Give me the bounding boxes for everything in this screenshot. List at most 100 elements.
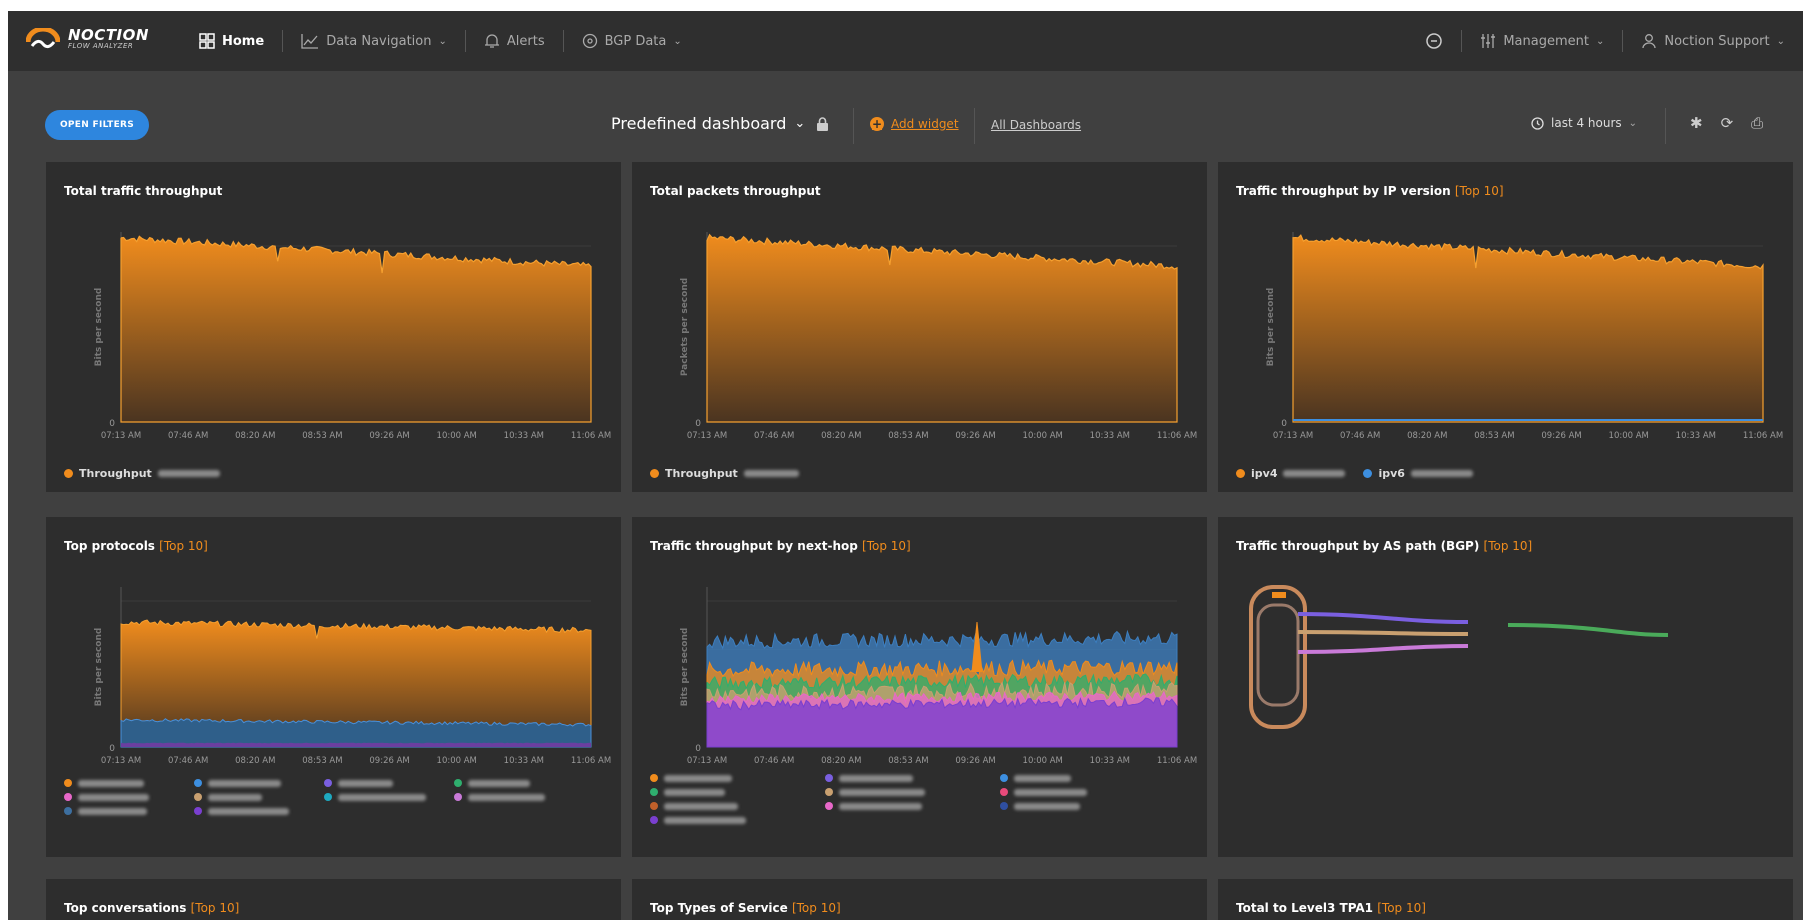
x-tick-label: 10:33 AM (1090, 431, 1130, 441)
legend-item[interactable] (324, 779, 454, 787)
dashboard-selector[interactable]: Predefined dashboard ⌄ (611, 114, 805, 133)
x-tick-label: 08:53 AM (888, 431, 928, 441)
x-tick-label: 10:00 AM (1023, 431, 1063, 441)
next-hop-series-area (706, 696, 1178, 748)
logo-icon (26, 28, 60, 49)
legend-dot (64, 793, 72, 801)
dashboard-title: Predefined dashboard (611, 114, 787, 133)
time-range-selector[interactable]: last 4 hours ⌄ (1531, 116, 1637, 130)
legend-item[interactable] (825, 788, 1000, 796)
legend-item[interactable]: Throughput (64, 467, 220, 480)
toolbar-divider (974, 108, 975, 144)
legend-item[interactable] (825, 774, 1000, 782)
x-tick-label: 10:00 AM (1023, 756, 1063, 766)
sankey-link (1297, 644, 1469, 654)
widget-total-traffic: Total traffic throughput 0 Bits per secon… (46, 162, 621, 492)
legend-item[interactable] (1000, 802, 1175, 810)
legend-value (468, 793, 545, 801)
legend-value (338, 793, 426, 801)
throughput-area (120, 235, 592, 423)
toolbar-divider (1665, 108, 1666, 144)
x-tick-label: 09:26 AM (369, 431, 409, 441)
legend-item[interactable] (64, 779, 194, 787)
y-tick-zero: 0 (695, 744, 701, 754)
add-widget-button[interactable]: + Add widget (870, 117, 959, 131)
x-tick-label: 08:53 AM (888, 756, 928, 766)
legend-dot (64, 469, 73, 478)
x-tick-label: 08:53 AM (302, 756, 342, 766)
pin-icon[interactable]: ✱ (1690, 114, 1703, 132)
legend-dot (825, 788, 833, 796)
x-tick-label: 07:13 AM (1273, 431, 1313, 441)
legend-value (839, 802, 922, 810)
legend-value (338, 779, 393, 787)
x-tick-label: 07:46 AM (168, 431, 208, 441)
legend-item[interactable] (454, 779, 584, 787)
protocol-series-area (120, 718, 592, 748)
clock-icon (1531, 116, 1544, 130)
legend-item[interactable] (650, 816, 825, 824)
sliders-icon (1481, 34, 1496, 48)
legend-value (468, 779, 530, 787)
legend-item[interactable] (194, 779, 324, 787)
legend-item[interactable] (1000, 788, 1175, 796)
legend-item[interactable] (454, 793, 584, 801)
y-tick-zero: 0 (695, 419, 701, 429)
legend-item[interactable] (324, 793, 454, 801)
legend-item[interactable]: Throughput (650, 467, 799, 480)
legend-item[interactable]: ipv6 (1363, 467, 1473, 480)
legend-item[interactable] (1000, 774, 1175, 782)
nav-alerts[interactable]: Alerts (466, 29, 563, 53)
traffic-throughput-chart: 0 Bits per second 07:13 AM 07:46 AM 08:20 AM… (94, 232, 611, 441)
legend-item[interactable] (650, 788, 825, 796)
nav-management[interactable]: Management ⌄ (1462, 29, 1622, 53)
x-tick-label: 10:33 AM (1676, 431, 1716, 441)
noction-logo[interactable]: NOCTION FLOW ANALYZER (26, 28, 181, 54)
legend-value (1014, 788, 1087, 796)
add-widget-label: Add widget (891, 117, 959, 131)
legend-value (78, 793, 149, 801)
legend-item[interactable] (650, 774, 825, 782)
widget-top-protocols: Top protocols [Top 10] 0 Bits per second 0… (46, 517, 621, 857)
chevron-down-icon: ⌄ (1776, 35, 1785, 47)
chat-button[interactable] (1407, 29, 1461, 53)
legend-item[interactable] (64, 793, 194, 801)
x-tick-label: 10:00 AM (437, 431, 477, 441)
y-tick-zero: 0 (1281, 419, 1287, 429)
nav-home[interactable]: Home (181, 29, 282, 53)
x-tick-label: 07:13 AM (101, 431, 141, 441)
x-tick-label: 11:06 AM (571, 756, 611, 766)
user-icon (1642, 34, 1656, 49)
legend-dot (1000, 788, 1008, 796)
x-tick-label: 09:26 AM (369, 756, 409, 766)
chat-icon (1426, 33, 1443, 49)
nav-user-menu[interactable]: Noction Support ⌄ (1623, 29, 1803, 53)
legend-dot (825, 774, 833, 782)
y-axis-label: Bits per second (680, 628, 690, 707)
refresh-icon[interactable]: ⟳ (1721, 114, 1734, 132)
legend-item[interactable] (825, 802, 1000, 810)
open-filters-button[interactable]: OPEN FILTERS (45, 110, 149, 140)
legend-dot (64, 807, 72, 815)
legend-item[interactable]: ipv4 (1236, 467, 1346, 480)
nav-bgp-data[interactable]: BGP Data ⌄ (564, 29, 700, 53)
widget-title: Top Types of Service [Top 10] (650, 901, 841, 915)
time-range-label: last 4 hours (1551, 116, 1622, 130)
legend-item[interactable] (650, 802, 825, 810)
print-icon[interactable]: ⎙ (1751, 114, 1763, 132)
x-tick-label: 08:53 AM (1474, 431, 1514, 441)
legend-item[interactable] (64, 807, 194, 815)
sankey-node (1272, 592, 1286, 598)
all-dashboards-link[interactable]: All Dashboards (991, 118, 1081, 132)
nav-data-navigation[interactable]: Data Navigation ⌄ (283, 29, 465, 53)
legend-item[interactable] (194, 793, 324, 801)
chart-legend: Throughput (650, 467, 799, 480)
chevron-down-icon: ⌄ (438, 35, 447, 47)
x-tick-label: 10:33 AM (1090, 756, 1130, 766)
widget-total-packets: Total packets throughput 0 Packets per se… (632, 162, 1207, 492)
legend-item[interactable] (194, 807, 324, 815)
logo-title: NOCTION (68, 26, 149, 44)
bell-icon (484, 34, 499, 48)
chevron-down-icon: ⌄ (673, 35, 682, 47)
legend-value (208, 779, 281, 787)
